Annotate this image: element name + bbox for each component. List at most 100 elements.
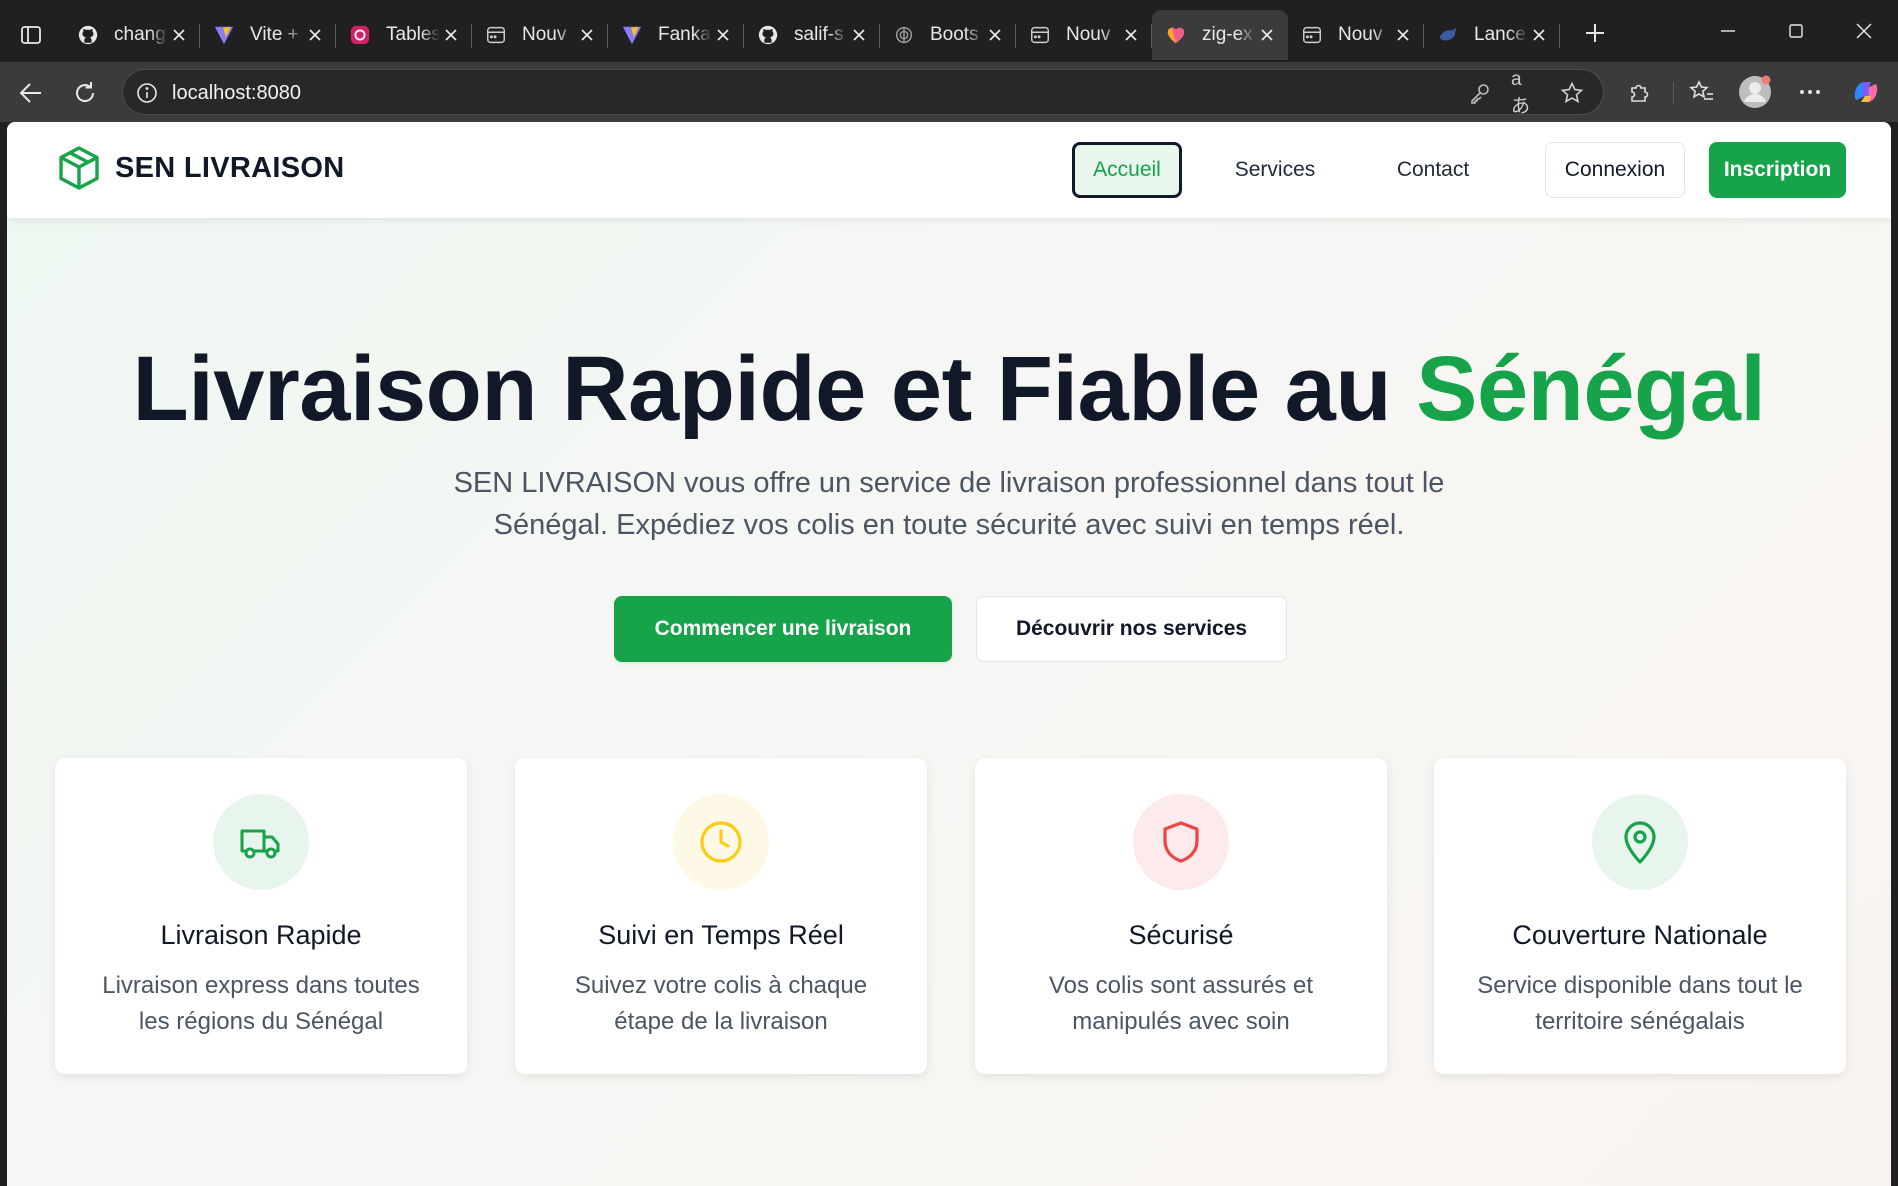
star-icon[interactable] bbox=[1559, 80, 1585, 106]
tab-actions-icon bbox=[21, 26, 41, 44]
tab-title: Tables bbox=[386, 24, 440, 45]
extensions-button[interactable] bbox=[1622, 74, 1658, 110]
close-icon[interactable] bbox=[440, 24, 462, 46]
close-icon[interactable] bbox=[304, 24, 326, 46]
close-window-button[interactable] bbox=[1830, 0, 1898, 62]
browser-tab[interactable]: Fanka bbox=[608, 10, 744, 60]
browser-tab[interactable]: Vite + bbox=[200, 10, 336, 60]
key-icon[interactable] bbox=[1467, 80, 1493, 106]
app-icon bbox=[348, 23, 372, 47]
hero-title: Livraison Rapide et Fiable au Sénégal bbox=[7, 337, 1891, 442]
info-icon[interactable] bbox=[135, 81, 159, 105]
map-pin-icon bbox=[1592, 794, 1688, 890]
heart-icon bbox=[1164, 23, 1188, 47]
browser-tab[interactable]: Tables bbox=[336, 10, 472, 60]
arrow-left-icon bbox=[19, 83, 41, 103]
nav-services[interactable]: Services bbox=[1213, 142, 1337, 198]
clock-icon bbox=[673, 794, 769, 890]
login-button[interactable]: Connexion bbox=[1545, 142, 1685, 198]
browser-tab[interactable]: Nouv bbox=[1288, 10, 1424, 60]
copilot-button[interactable] bbox=[1848, 74, 1884, 110]
start-delivery-button[interactable]: Commencer une livraison bbox=[614, 596, 952, 662]
maximize-button[interactable] bbox=[1762, 0, 1830, 62]
discover-services-button[interactable]: Découvrir nos services bbox=[976, 596, 1287, 662]
close-icon[interactable] bbox=[1528, 24, 1550, 46]
tab-title: Nouv bbox=[522, 24, 567, 45]
brand-name: SEN LIVRAISON bbox=[115, 151, 345, 184]
openai-icon bbox=[892, 23, 916, 47]
close-icon[interactable] bbox=[984, 24, 1006, 46]
close-icon bbox=[1856, 23, 1872, 39]
close-icon[interactable] bbox=[848, 24, 870, 46]
new-tab-button[interactable] bbox=[1578, 16, 1612, 50]
translate-icon[interactable]: aあ bbox=[1511, 69, 1537, 117]
page-icon bbox=[484, 23, 508, 47]
tab-title: zig-ex bbox=[1202, 24, 1253, 45]
window-controls bbox=[1694, 0, 1898, 62]
toolbar-divider bbox=[1673, 82, 1674, 104]
favorites-button[interactable] bbox=[1684, 74, 1720, 110]
feature-title: Couverture Nationale bbox=[1512, 920, 1768, 950]
tab-title: chang bbox=[114, 24, 166, 45]
more-icon bbox=[1800, 90, 1820, 94]
browser-toolbar: localhost:8080 aあ bbox=[0, 62, 1898, 122]
browser-tab[interactable]: Boots bbox=[880, 10, 1016, 60]
signup-button[interactable]: Inscription bbox=[1709, 142, 1846, 198]
feature-card-coverage: Couverture Nationale Service disponible … bbox=[1434, 758, 1846, 1074]
brand[interactable]: SEN LIVRAISON bbox=[57, 145, 345, 191]
page-icon bbox=[1300, 23, 1324, 47]
hero-title-accent: Sénégal bbox=[1416, 338, 1766, 440]
close-icon[interactable] bbox=[712, 24, 734, 46]
url-text[interactable]: localhost:8080 bbox=[172, 82, 301, 105]
page-icon bbox=[1028, 23, 1052, 47]
tab-title: Boots bbox=[930, 24, 979, 45]
address-bar[interactable]: localhost:8080 aあ bbox=[122, 69, 1604, 117]
tab-title: Lance bbox=[1474, 24, 1526, 45]
browser-tab-active[interactable]: zig-ex bbox=[1152, 10, 1288, 60]
truck-icon bbox=[213, 794, 309, 890]
package-icon bbox=[57, 145, 101, 191]
feature-text: Service disponible dans tout le territoi… bbox=[1477, 972, 1803, 1035]
reload-button[interactable] bbox=[67, 75, 103, 111]
copilot-icon bbox=[1854, 82, 1878, 102]
nav-home[interactable]: Accueil bbox=[1072, 142, 1182, 198]
feature-card-secure: Sécurisé Vos colis sont assurés et manip… bbox=[975, 758, 1387, 1074]
close-icon[interactable] bbox=[576, 24, 598, 46]
feature-card-fast-delivery: Livraison Rapide Livraison express dans … bbox=[55, 758, 467, 1074]
feature-text: Livraison express dans toutes les région… bbox=[102, 972, 420, 1035]
browser-tab[interactable]: salif-s bbox=[744, 10, 880, 60]
close-icon[interactable] bbox=[1392, 24, 1414, 46]
plus-icon bbox=[1586, 24, 1604, 42]
github-icon bbox=[756, 23, 780, 47]
close-icon[interactable] bbox=[168, 24, 190, 46]
hero-subtitle: SEN LIVRAISON vous offre un service de l… bbox=[453, 467, 1445, 541]
profile-button[interactable] bbox=[1737, 74, 1773, 110]
puzzle-icon bbox=[1631, 84, 1649, 102]
tab-actions-button[interactable] bbox=[14, 18, 48, 52]
tab-title: Nouv bbox=[1066, 24, 1111, 45]
feature-text: Vos colis sont assurés et manipulés avec… bbox=[1048, 972, 1314, 1035]
nav-contact[interactable]: Contact bbox=[1375, 142, 1491, 198]
vite-icon bbox=[620, 23, 644, 47]
feature-card-tracking: Suivi en Temps Réel Suivez votre colis à… bbox=[515, 758, 927, 1074]
close-icon[interactable] bbox=[1256, 24, 1278, 46]
tab-title: salif-s bbox=[794, 24, 844, 45]
minimize-icon bbox=[1721, 30, 1735, 32]
browser-tab[interactable]: Nouv bbox=[472, 10, 608, 60]
tab-title: Nouv bbox=[1338, 24, 1383, 45]
reload-icon bbox=[76, 82, 95, 102]
maximize-icon bbox=[1789, 24, 1803, 38]
browser-tab[interactable]: Nouv bbox=[1016, 10, 1152, 60]
page-viewport: SEN LIVRAISON Accueil Services Contact C… bbox=[7, 122, 1891, 1186]
github-icon bbox=[76, 23, 100, 47]
minimize-button[interactable] bbox=[1694, 0, 1762, 62]
close-icon[interactable] bbox=[1120, 24, 1142, 46]
tab-title: Fanka bbox=[658, 24, 711, 45]
feature-text: Suivez votre colis à chaque étape de la … bbox=[574, 972, 868, 1035]
feature-title: Suivi en Temps Réel bbox=[598, 920, 844, 950]
browser-tab[interactable]: chang bbox=[64, 10, 200, 60]
settings-more-button[interactable] bbox=[1792, 74, 1828, 110]
browser-tab[interactable]: Lance bbox=[1424, 10, 1560, 60]
hero-title-main: Livraison Rapide et Fiable au bbox=[132, 338, 1417, 440]
back-button[interactable] bbox=[13, 75, 49, 111]
